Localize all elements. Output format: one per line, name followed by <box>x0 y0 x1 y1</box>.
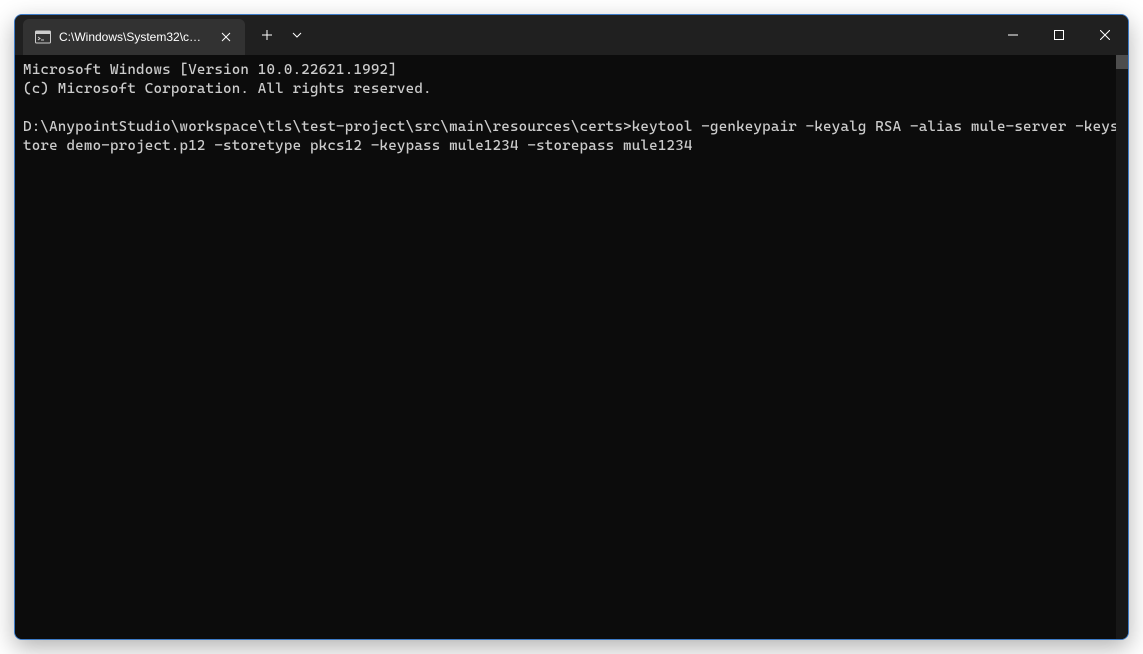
new-tab-button[interactable] <box>251 21 283 49</box>
tab-title: C:\Windows\System32\cmd.e <box>59 30 209 44</box>
terminal-body[interactable]: Microsoft Windows [Version 10.0.22621.19… <box>15 55 1128 639</box>
cmd-icon <box>35 29 51 45</box>
tab-cmd[interactable]: C:\Windows\System32\cmd.e <box>23 19 245 55</box>
titlebar-drag-area[interactable] <box>311 15 990 55</box>
tab-dropdown-button[interactable] <box>283 21 311 49</box>
minimize-button[interactable] <box>990 15 1036 55</box>
scrollbar-thumb[interactable] <box>1116 55 1128 69</box>
copyright-line: (c) Microsoft Corporation. All rights re… <box>23 81 432 97</box>
close-button[interactable] <box>1082 15 1128 55</box>
tab-close-button[interactable] <box>217 28 235 46</box>
terminal-window: C:\Windows\System32\cmd.e <box>14 14 1129 640</box>
version-line: Microsoft Windows [Version 10.0.22621.19… <box>23 62 397 78</box>
terminal-output: Microsoft Windows [Version 10.0.22621.19… <box>23 61 1120 156</box>
maximize-button[interactable] <box>1036 15 1082 55</box>
scrollbar[interactable] <box>1116 55 1128 639</box>
tabs-area: C:\Windows\System32\cmd.e <box>15 15 311 55</box>
prompt: D:\AnypointStudio\workspace\tls\test-pro… <box>23 119 632 135</box>
window-controls <box>990 15 1128 55</box>
titlebar: C:\Windows\System32\cmd.e <box>15 15 1128 55</box>
